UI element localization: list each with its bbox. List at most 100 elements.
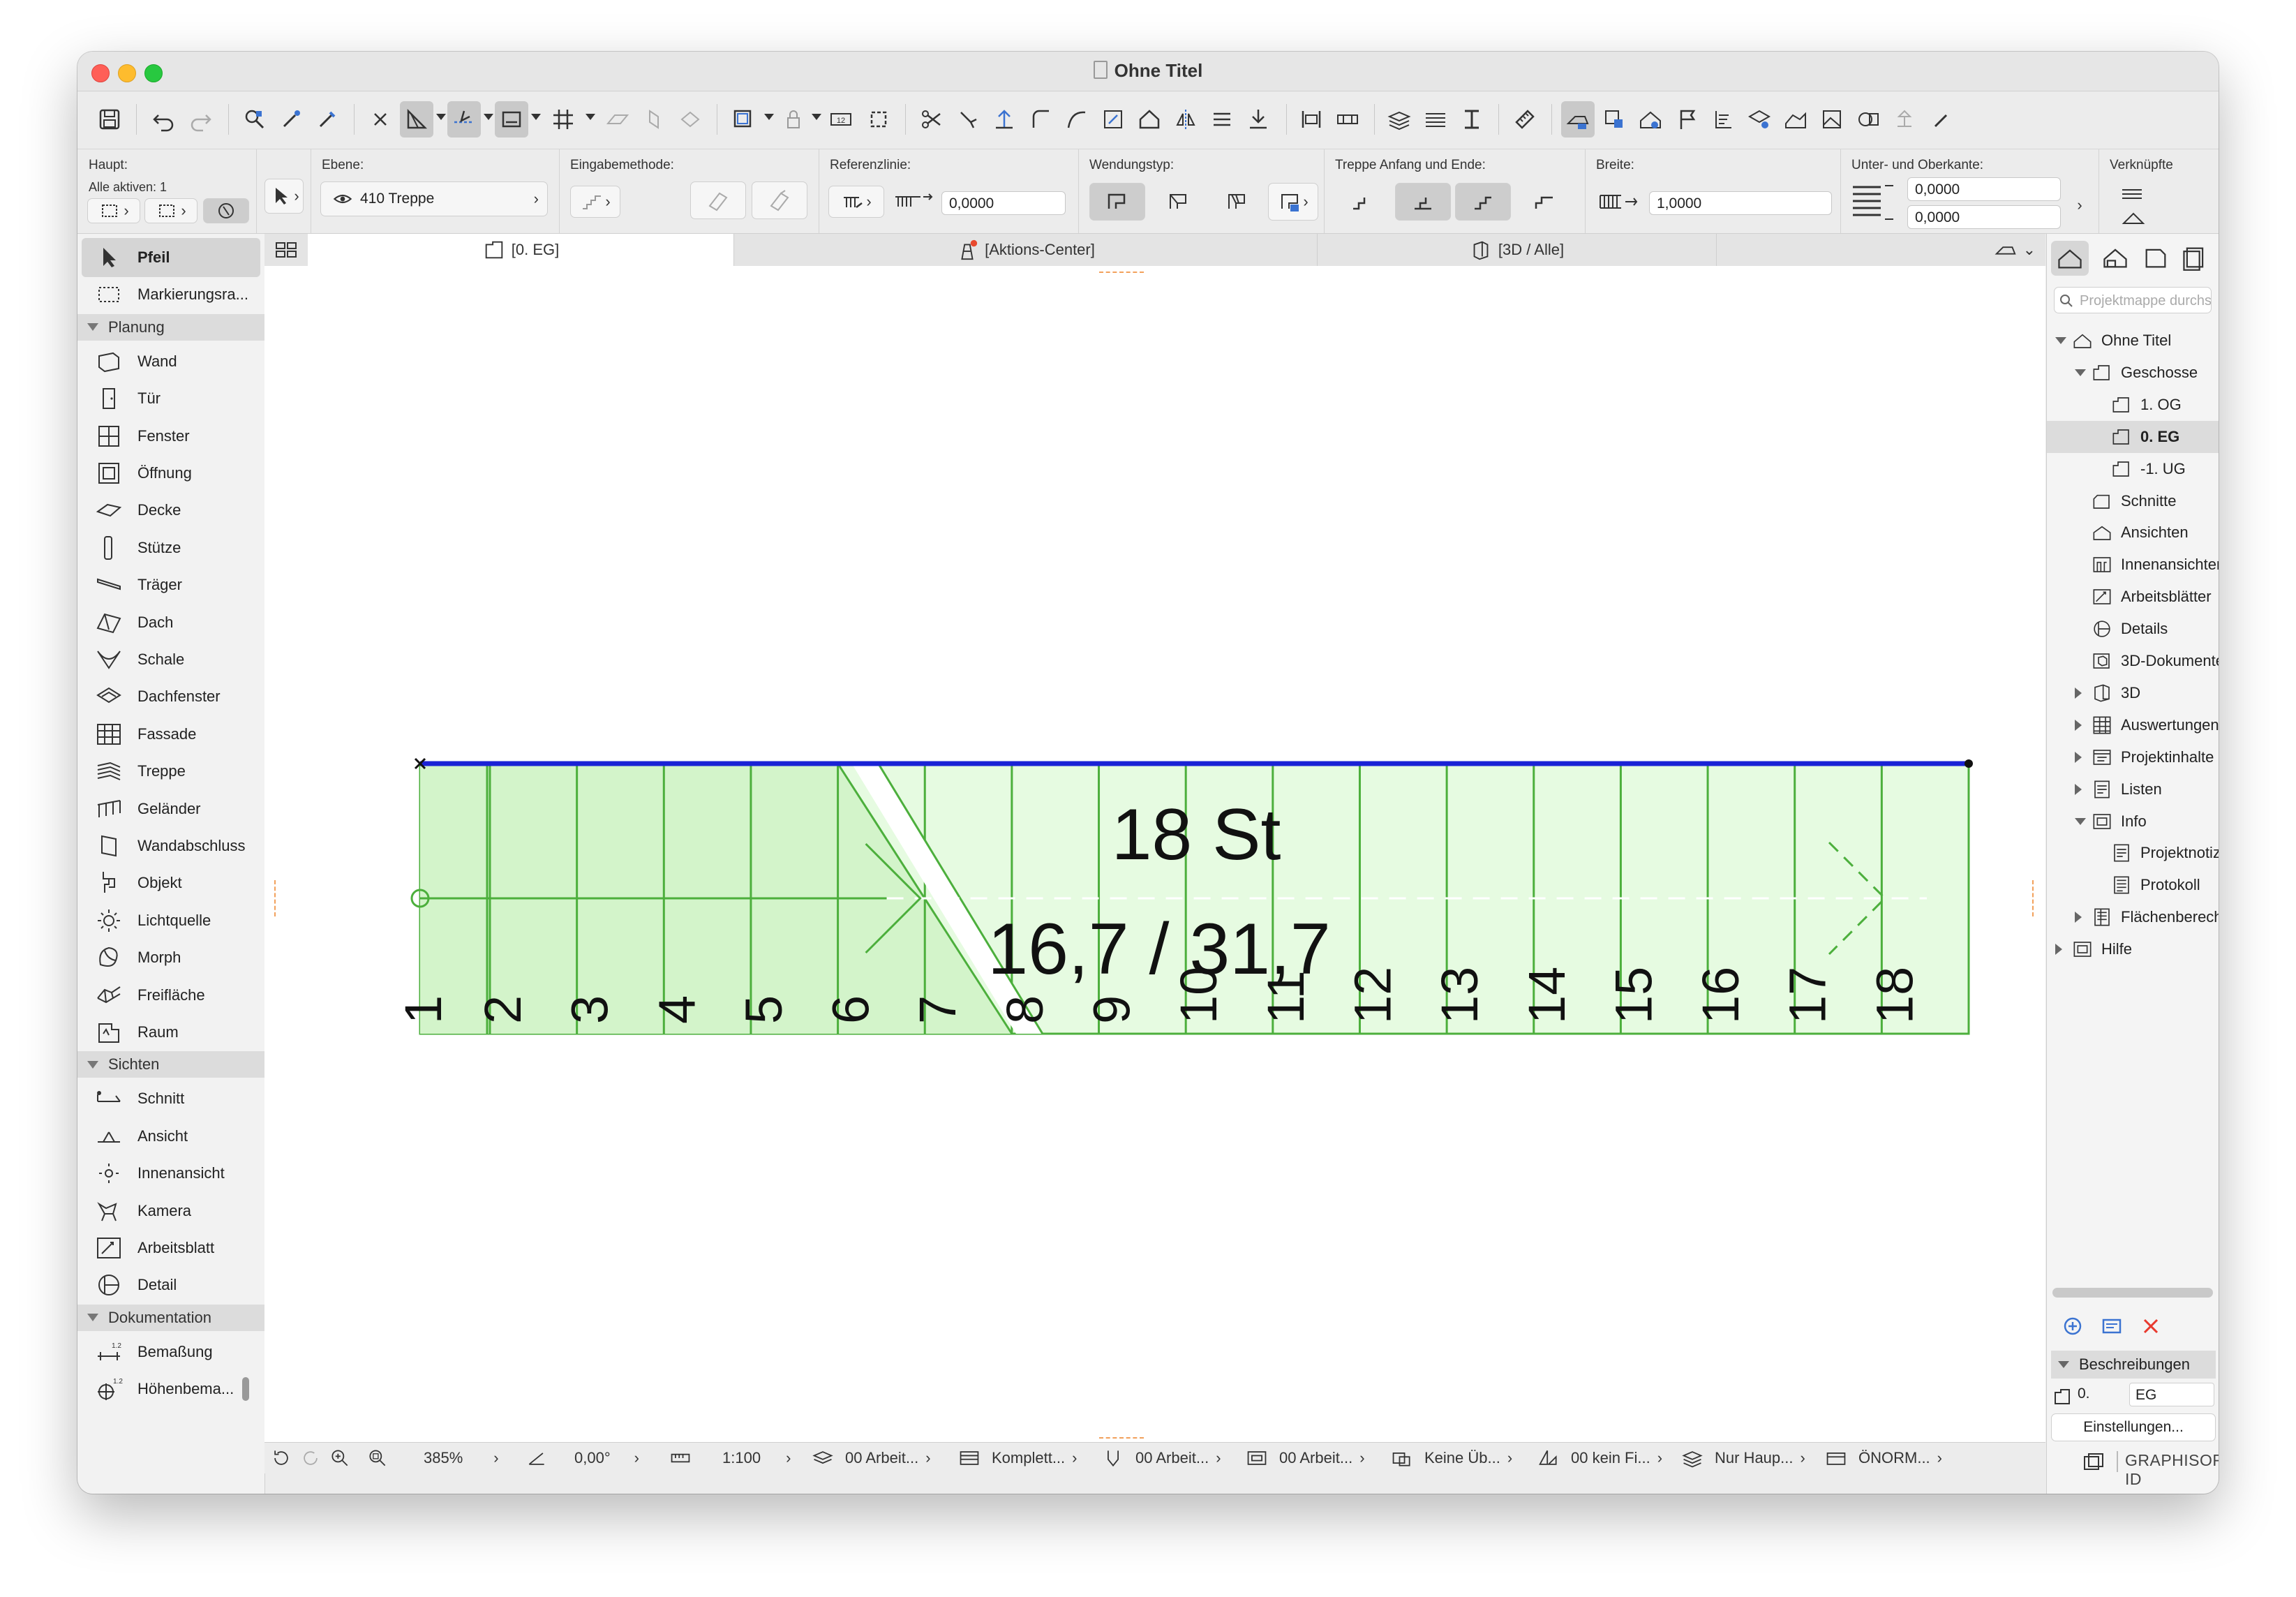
schedule-button[interactable] — [1706, 101, 1740, 138]
tab-floor-plan[interactable]: [0. EG] — [308, 234, 734, 266]
tool-section[interactable]: Schnitt — [77, 1079, 264, 1118]
tree-item-elevations[interactable]: Ansichten — [2090, 517, 2189, 549]
teamwork-button[interactable] — [203, 198, 249, 223]
tool-dimension[interactable]: 1.2 Bemaßung — [77, 1332, 264, 1372]
resize-button[interactable] — [1096, 101, 1130, 138]
tool-railing[interactable]: Geländer — [77, 789, 264, 829]
navigator-scrollbar[interactable] — [2052, 1288, 2213, 1298]
renovation-filter-control[interactable]: Keine Üb... › — [1391, 1443, 1512, 1473]
stair-drawing[interactable]: 1 2 3 4 5 6 7 8 9 10 11 12 13 14 15 16 17 1818 St16,7 / 3… — [264, 266, 2045, 1442]
more-toolbar-button[interactable] — [1924, 101, 1958, 138]
reference-line-button[interactable]: › — [828, 186, 884, 218]
tool-morph[interactable]: Morph — [77, 938, 264, 977]
tab-overview-button[interactable] — [264, 234, 308, 266]
tool-skylight[interactable]: Dachfenster — [77, 677, 264, 716]
standard-control[interactable]: ÖNORM... › — [1825, 1443, 1942, 1473]
scale-control[interactable]: 1:100 › — [669, 1443, 791, 1473]
tool-stair[interactable]: Treppe — [77, 752, 264, 791]
tab-options-button[interactable]: ⌄ — [1716, 234, 2045, 266]
zoom-level[interactable]: 385% › — [424, 1443, 499, 1473]
tool-wall[interactable]: Wand — [77, 342, 264, 381]
layout-book-tab[interactable] — [2142, 244, 2172, 274]
layers-button[interactable] — [726, 101, 760, 138]
tool-slab[interactable]: Decke — [77, 491, 264, 530]
description-name-field[interactable]: EG — [2129, 1383, 2214, 1406]
image-button[interactable] — [1815, 101, 1849, 138]
tab-action-center[interactable]: [Aktions-Center] — [733, 234, 1318, 266]
tree-item-story[interactable]: 1. OG — [2110, 389, 2182, 421]
tool-opening[interactable]: Öffnung — [77, 454, 264, 493]
expand-chevron-icon[interactable] — [2075, 719, 2082, 731]
marquee-type-button[interactable]: › — [144, 198, 197, 223]
tool-window[interactable]: Fenster — [77, 417, 264, 456]
redo-button[interactable] — [184, 101, 217, 138]
i-beam-button[interactable] — [1455, 101, 1489, 138]
tree-item-story[interactable]: 0. EG — [2110, 421, 2179, 453]
tool-curtain-wall[interactable]: Fassade — [77, 715, 264, 754]
navigator-search-input[interactable]: Projektmappe durchsuc — [2054, 287, 2212, 313]
reference-offset-field[interactable]: 0,0000 — [941, 191, 1066, 215]
publish-button[interactable] — [1743, 101, 1776, 138]
multiply-button[interactable] — [1205, 101, 1239, 138]
measure-button[interactable] — [1508, 101, 1542, 138]
tool-camera[interactable]: Kamera — [77, 1191, 264, 1231]
tool-roof[interactable]: Dach — [77, 603, 264, 642]
render-button[interactable] — [1779, 101, 1812, 138]
tree-item-interior-elevations[interactable]: Innenansichten — [2090, 549, 2219, 581]
tree-item-project-indexes[interactable]: Projektinhalte — [2090, 741, 2214, 773]
section-sichten[interactable]: Sichten — [77, 1051, 264, 1078]
elevation-options-button[interactable]: › — [2069, 193, 2090, 218]
section-dokumentation[interactable]: Dokumentation — [77, 1304, 264, 1331]
tool-beam[interactable]: Träger — [77, 565, 264, 604]
tree-item-project[interactable]: Ohne Titel — [2071, 325, 2171, 357]
tree-item-schedules[interactable]: Auswertungen — [2090, 709, 2219, 741]
collapse-chevron-icon[interactable] — [2075, 817, 2086, 825]
lock-button[interactable] — [777, 101, 810, 138]
layer-selector[interactable]: 410 Treppe › — [320, 181, 548, 216]
tree-item-lists[interactable]: Listen — [2090, 773, 2162, 805]
add-view-button[interactable] — [2061, 1314, 2085, 1338]
redo-view-icon[interactable] — [299, 1447, 322, 1469]
tool-level-dimension[interactable]: 1.2 Höhenbema... — [77, 1369, 264, 1409]
flag-button[interactable] — [1670, 101, 1704, 138]
arrow-mode-button[interactable]: › — [264, 179, 304, 214]
stair-boundary-button[interactable] — [752, 181, 807, 219]
expand-chevron-icon[interactable] — [2055, 944, 2062, 956]
elevate-button[interactable] — [987, 101, 1021, 138]
tree-item-worksheets[interactable]: Arbeitsblätter — [2090, 581, 2212, 613]
tree-item-info[interactable]: Info — [2090, 805, 2147, 838]
beschreibungen-section[interactable]: Beschreibungen — [2051, 1351, 2216, 1379]
tree-item-story[interactable]: -1. UG — [2110, 453, 2186, 485]
gravity-button[interactable] — [495, 101, 528, 138]
align-button[interactable] — [1295, 101, 1328, 138]
tool-interior-elevation[interactable]: Innenansicht — [77, 1154, 264, 1193]
tree-item-area-calc[interactable]: Flächenberechnung — [2090, 901, 2219, 933]
view-section-button[interactable] — [1597, 101, 1631, 138]
graphisoft-id-link[interactable]: GRAPHISOFT ID — [2125, 1451, 2219, 1489]
angle-control[interactable]: 0,00° › — [525, 1443, 639, 1473]
stair-end-handle[interactable] — [1965, 759, 1973, 768]
grid-tool-button[interactable] — [862, 101, 895, 138]
tool-door[interactable]: Tür — [77, 379, 264, 418]
stair-start-end-2-button[interactable] — [1395, 183, 1451, 221]
3d-window-button[interactable] — [1851, 101, 1885, 138]
edit-plane-button[interactable] — [637, 101, 671, 138]
filter-control[interactable]: 00 kein Fi... › — [1537, 1443, 1662, 1473]
view-elevation-button[interactable] — [1634, 101, 1667, 138]
floor-plan-canvas[interactable]: 1 2 3 4 5 6 7 8 9 10 11 12 13 14 15 16 17 18 18 St 16,7 / 3… — [264, 266, 2045, 1442]
tool-worksheet[interactable]: Arbeitsblatt — [77, 1228, 264, 1268]
bottom-elevation-field[interactable]: 0,0000 — [1907, 177, 2061, 201]
drag-button[interactable] — [1242, 101, 1275, 138]
collapse-chevron-icon[interactable] — [2075, 369, 2086, 376]
expand-chevron-icon[interactable] — [2075, 687, 2082, 699]
input-method-button[interactable]: › — [570, 186, 620, 218]
tree-item-stories[interactable]: Geschosse — [2090, 357, 2198, 389]
dimension-tool-button[interactable]: 12 — [824, 101, 858, 138]
organizer-icon[interactable] — [2082, 1451, 2105, 1472]
einstellungen-button[interactable]: Einstellungen... — [2051, 1413, 2216, 1441]
trim-button[interactable] — [915, 101, 948, 138]
tool-column[interactable]: Stütze — [77, 528, 264, 567]
tree-item-help[interactable]: Hilfe — [2071, 933, 2132, 965]
tab-3d[interactable]: [3D / Alle] — [1317, 234, 1717, 266]
turn-type-settings-button[interactable]: › — [1268, 183, 1318, 221]
